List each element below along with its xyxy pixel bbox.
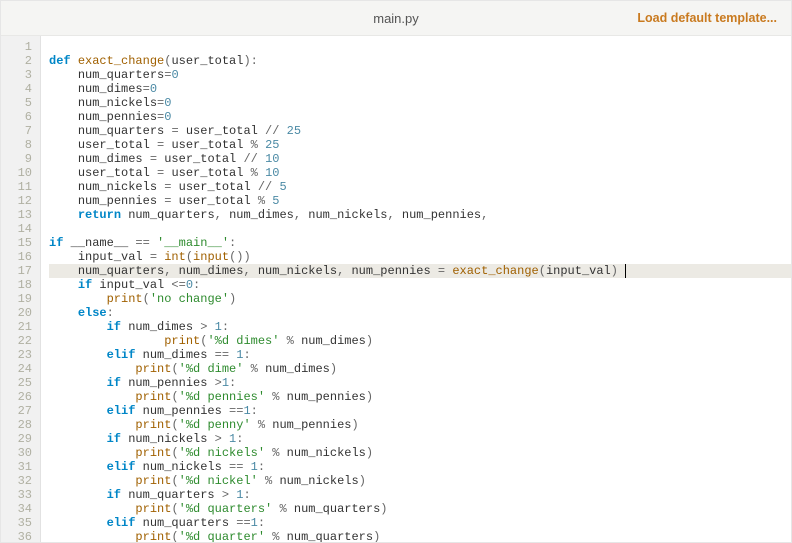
line-number: 6 (1, 110, 40, 124)
editor-header: main.py Load default template... (1, 1, 791, 36)
code-line[interactable]: if num_pennies >1: (49, 376, 791, 390)
line-number: 20 (1, 306, 40, 320)
code-line[interactable]: print('%d quarters' % num_quarters) (49, 502, 791, 516)
code-line[interactable]: print('%d pennies' % num_pennies) (49, 390, 791, 404)
line-number-gutter: 1234567891011121314151617181920212223242… (1, 36, 41, 542)
line-number: 17 (1, 264, 40, 278)
code-scroll-area[interactable]: def exact_change(user_total): num_quarte… (41, 36, 791, 542)
line-number: 31 (1, 460, 40, 474)
line-number: 26 (1, 390, 40, 404)
code-editor-shell: main.py Load default template... 1234567… (0, 0, 792, 543)
code-line[interactable]: input_val = int(input()) (49, 250, 791, 264)
line-number: 32 (1, 474, 40, 488)
code-line[interactable]: num_pennies=0 (49, 110, 791, 124)
code-line[interactable]: num_quarters = user_total // 25 (49, 124, 791, 138)
code-line[interactable]: print('%d nickels' % num_nickels) (49, 446, 791, 460)
line-number: 33 (1, 488, 40, 502)
code-line[interactable]: print('%d quarter' % num_quarters) (49, 530, 791, 542)
line-number: 21 (1, 320, 40, 334)
line-number: 19 (1, 292, 40, 306)
load-template-link[interactable]: Load default template... (637, 11, 777, 25)
line-number: 36 (1, 530, 40, 542)
line-number: 7 (1, 124, 40, 138)
code-line[interactable]: print('no change') (49, 292, 791, 306)
code-line[interactable]: num_nickels = user_total // 5 (49, 180, 791, 194)
code-line-current[interactable]: num_quarters, num_dimes, num_nickels, nu… (49, 264, 791, 278)
code-line[interactable]: if input_val <=0: (49, 278, 791, 292)
code-line[interactable]: num_pennies = user_total % 5 (49, 194, 791, 208)
code-line[interactable]: if num_quarters > 1: (49, 488, 791, 502)
text-cursor (625, 264, 626, 278)
code-line[interactable] (49, 222, 791, 236)
line-number: 34 (1, 502, 40, 516)
code-line[interactable]: user_total = user_total % 10 (49, 166, 791, 180)
code-line[interactable]: elif num_nickels == 1: (49, 460, 791, 474)
line-number: 11 (1, 180, 40, 194)
line-number: 24 (1, 362, 40, 376)
code-line[interactable]: print('%d dimes' % num_dimes) (49, 334, 791, 348)
line-number: 1 (1, 40, 40, 54)
line-number: 35 (1, 516, 40, 530)
code-line[interactable]: num_dimes = user_total // 10 (49, 152, 791, 166)
line-number: 18 (1, 278, 40, 292)
code-line[interactable]: num_nickels=0 (49, 96, 791, 110)
code-line[interactable]: print('%d dime' % num_dimes) (49, 362, 791, 376)
line-number: 16 (1, 250, 40, 264)
code-line[interactable]: user_total = user_total % 25 (49, 138, 791, 152)
line-number: 30 (1, 446, 40, 460)
line-number: 29 (1, 432, 40, 446)
code-line[interactable]: num_quarters=0 (49, 68, 791, 82)
code-line[interactable]: if num_dimes > 1: (49, 320, 791, 334)
line-number: 3 (1, 68, 40, 82)
code-line[interactable]: elif num_pennies ==1: (49, 404, 791, 418)
editor-body: 1234567891011121314151617181920212223242… (1, 36, 791, 542)
code-line[interactable]: elif num_quarters ==1: (49, 516, 791, 530)
code-line[interactable]: return num_quarters, num_dimes, num_nick… (49, 208, 791, 222)
code-line[interactable]: elif num_dimes == 1: (49, 348, 791, 362)
line-number: 4 (1, 82, 40, 96)
line-number: 12 (1, 194, 40, 208)
line-number: 14 (1, 222, 40, 236)
line-number: 27 (1, 404, 40, 418)
line-number: 8 (1, 138, 40, 152)
line-number: 5 (1, 96, 40, 110)
line-number: 9 (1, 152, 40, 166)
code-line[interactable]: print('%d penny' % num_pennies) (49, 418, 791, 432)
code-line[interactable]: if num_nickels > 1: (49, 432, 791, 446)
code-line[interactable]: print('%d nickel' % num_nickels) (49, 474, 791, 488)
line-number: 22 (1, 334, 40, 348)
line-number: 23 (1, 348, 40, 362)
line-number: 10 (1, 166, 40, 180)
code-line[interactable]: else: (49, 306, 791, 320)
line-number: 25 (1, 376, 40, 390)
code-line[interactable]: if __name__ == '__main__': (49, 236, 791, 250)
code-content[interactable]: def exact_change(user_total): num_quarte… (41, 36, 791, 542)
line-number: 28 (1, 418, 40, 432)
code-line[interactable] (49, 40, 791, 54)
line-number: 2 (1, 54, 40, 68)
line-number: 13 (1, 208, 40, 222)
line-number: 15 (1, 236, 40, 250)
code-line[interactable]: def exact_change(user_total): (49, 54, 791, 68)
code-line[interactable]: num_dimes=0 (49, 82, 791, 96)
